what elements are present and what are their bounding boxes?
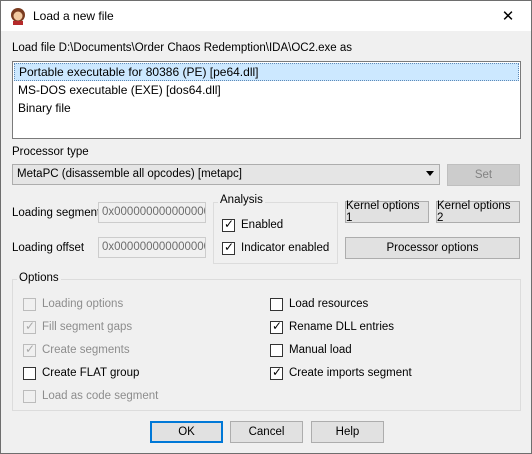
analysis-enabled-checkbox[interactable]: ✓ Enabled — [222, 217, 283, 233]
checkbox-box[interactable]: ✓ — [222, 216, 235, 232]
loading-offset-label: Loading offset — [12, 242, 85, 254]
check-icon: ✓ — [224, 216, 235, 231]
checkbox-box[interactable] — [270, 297, 283, 311]
loading-segment-field[interactable]: 0x0000000000000000 — [98, 202, 206, 223]
checkbox-box: ✓ — [23, 341, 36, 357]
set-button[interactable]: Set — [447, 164, 520, 186]
cancel-button[interactable]: Cancel — [230, 421, 303, 443]
checkbox-label: Create segments — [42, 344, 130, 356]
checkbox-label: Indicator enabled — [241, 242, 330, 254]
checkbox-label: Manual load — [289, 344, 352, 356]
options-group-title: Options — [17, 272, 61, 284]
checkbox-box — [23, 297, 36, 311]
option-checkbox: ✓ Fill segment gaps — [23, 319, 132, 335]
check-icon: ✓ — [25, 341, 36, 356]
close-icon[interactable]: ✕ — [485, 1, 531, 31]
option-checkbox[interactable]: ✓ Rename DLL entries — [270, 319, 394, 335]
option-checkbox: ✓ Create segments — [23, 342, 130, 358]
checkbox-label: Load resources — [289, 298, 369, 310]
ok-button[interactable]: OK — [150, 421, 223, 443]
processor-type-select[interactable]: MetaPC (disassemble all opcodes) [metapc… — [12, 164, 440, 185]
window-title: Load a new file — [33, 9, 114, 23]
option-checkbox: Load as code segment — [23, 388, 158, 404]
processor-type-label: Processor type — [12, 146, 89, 158]
check-icon: ✓ — [272, 318, 283, 333]
loading-segment-label: Loading segment — [12, 207, 101, 219]
check-icon: ✓ — [25, 318, 36, 333]
file-type-list[interactable]: Portable executable for 80386 (PE) [pe64… — [12, 61, 521, 139]
checkbox-box[interactable]: ✓ — [270, 364, 283, 380]
checkbox-label: Rename DLL entries — [289, 321, 395, 333]
checkbox-box — [23, 389, 36, 403]
help-button[interactable]: Help — [311, 421, 384, 443]
ida-app-icon — [9, 7, 27, 25]
option-checkbox[interactable]: ✓ Create imports segment — [270, 365, 412, 381]
option-checkbox[interactable]: Manual load — [270, 342, 352, 358]
chevron-down-icon[interactable] — [426, 171, 434, 176]
checkbox-box[interactable] — [270, 343, 283, 357]
checkbox-label: Enabled — [241, 219, 284, 231]
checkbox-label: Load as code segment — [42, 390, 159, 402]
indicator-enabled-checkbox[interactable]: ✓ Indicator enabled — [222, 240, 329, 256]
title-bar: Load a new file ✕ — [1, 1, 531, 31]
checkbox-box[interactable]: ✓ — [222, 239, 235, 255]
processor-options-button[interactable]: Processor options — [345, 237, 520, 259]
checkbox-label: Fill segment gaps — [42, 321, 133, 333]
kernel-options-2-button[interactable]: Kernel options 2 — [436, 200, 520, 224]
checkbox-label: Create FLAT group — [42, 367, 140, 379]
check-icon: ✓ — [272, 364, 283, 379]
check-icon: ✓ — [224, 239, 235, 254]
checkbox-label: Loading options — [42, 298, 124, 310]
checkbox-box: ✓ — [23, 318, 36, 334]
option-checkbox[interactable]: Load resources — [270, 296, 368, 312]
processor-type-value: MetaPC (disassemble all opcodes) [metapc… — [17, 168, 242, 180]
loading-offset-field[interactable]: 0x0000000000000000 — [98, 237, 206, 258]
kernel-options-1-button[interactable]: Kernel options 1 — [345, 200, 429, 224]
analysis-group-title: Analysis — [218, 194, 265, 206]
file-type-item[interactable]: Portable executable for 80386 (PE) [pe64… — [14, 63, 519, 81]
checkbox-box[interactable] — [23, 366, 36, 380]
checkbox-label: Create imports segment — [289, 367, 412, 379]
file-type-item[interactable]: MS-DOS executable (EXE) [dos64.dll] — [13, 81, 520, 99]
load-file-label: Load file D:\Documents\Order Chaos Redem… — [12, 42, 353, 54]
file-type-item[interactable]: Binary file — [13, 99, 520, 117]
option-checkbox: Loading options — [23, 296, 123, 312]
load-file-dialog: Load a new file ✕ Load file D:\Documents… — [0, 0, 532, 454]
checkbox-box[interactable]: ✓ — [270, 318, 283, 334]
option-checkbox[interactable]: Create FLAT group — [23, 365, 139, 381]
